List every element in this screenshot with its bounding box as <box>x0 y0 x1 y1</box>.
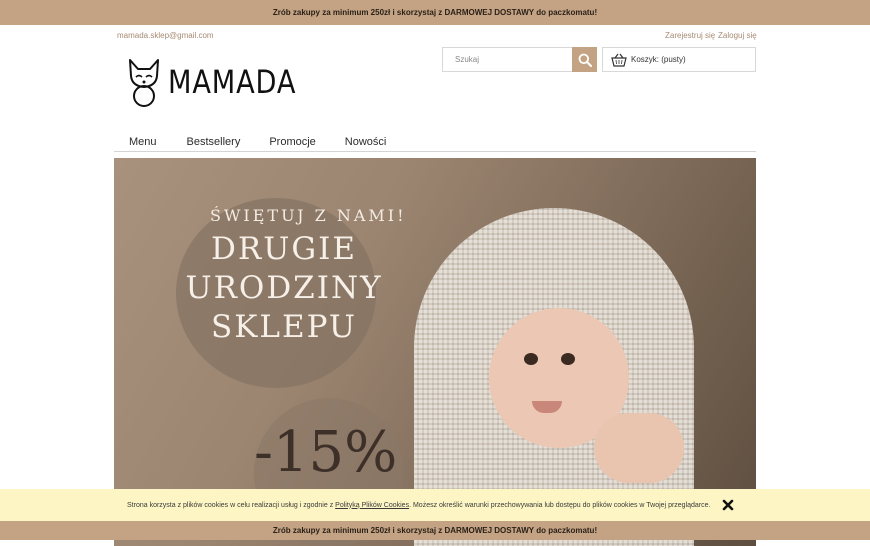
cookie-text: Strona korzysta z plików cookies w celu … <box>127 502 710 509</box>
hero-baby-hand <box>594 413 684 483</box>
search-box <box>442 47 597 72</box>
hero-banner[interactable]: ŚWIĘTUJ Z NAMI! DRUGIE URODZINY SKLEPU -… <box>114 158 756 546</box>
search-input[interactable] <box>443 48 572 71</box>
promo-bar-top: Zrób zakupy za minimum 250zł i skorzysta… <box>0 0 870 25</box>
hero-baby-eye-left <box>524 353 538 365</box>
promo-text-bottom: Zrób zakupy za minimum 250zł i skorzysta… <box>272 526 598 535</box>
cookie-text-before: Strona korzysta z plików cookies w celu … <box>127 501 336 509</box>
login-link[interactable]: Zaloguj się <box>718 31 757 40</box>
nav-item-menu[interactable]: Menu <box>129 133 157 151</box>
hero-heading: DRUGIE URODZINY SKLEPU <box>184 230 384 347</box>
register-link[interactable]: Zarejestruj się <box>665 31 715 40</box>
cookie-notice: Strona korzysta z plików cookies w celu … <box>0 489 870 521</box>
nav-item-bestsellery[interactable]: Bestsellery <box>187 133 241 151</box>
hero-heading-line-3: SKLEPU <box>210 309 358 345</box>
nav-item-promocje[interactable]: Promocje <box>269 133 315 151</box>
main-nav: Menu Bestsellery Promocje Nowości <box>114 133 756 152</box>
hero-heading-line-2: URODZINY <box>185 270 383 306</box>
cookie-policy-link[interactable]: Polityką Plików Cookies <box>335 502 409 509</box>
promo-text: Zrób zakupy za minimum 250zł i skorzysta… <box>272 8 598 17</box>
basket-icon <box>611 53 627 67</box>
cart-label: Koszyk: (pusty) <box>631 55 686 64</box>
search-button[interactable] <box>572 47 597 72</box>
cookie-text-after: . Możesz określić warunki przechowywania… <box>409 501 711 509</box>
promo-bar-bottom: Zrób zakupy za minimum 250zł i skorzysta… <box>0 521 870 540</box>
hero-subheading: ŚWIĘTUJ Z NAMI! <box>210 206 407 225</box>
close-icon[interactable] <box>722 499 734 511</box>
search-icon <box>578 53 592 67</box>
hero-heading-line-1: DRUGIE <box>211 231 357 267</box>
fox-logo-icon <box>129 59 159 107</box>
cart-button[interactable]: Koszyk: (pusty) <box>602 47 756 72</box>
site-logo[interactable]: MAMADA <box>126 56 319 108</box>
logo-wordmark: MAMADA <box>168 63 297 101</box>
contact-email[interactable]: mamada.sklep@gmail.com <box>117 31 214 40</box>
hero-baby-eye-right <box>561 353 575 365</box>
nav-item-nowosci[interactable]: Nowości <box>345 133 387 151</box>
hero-discount: -15% <box>254 420 398 485</box>
